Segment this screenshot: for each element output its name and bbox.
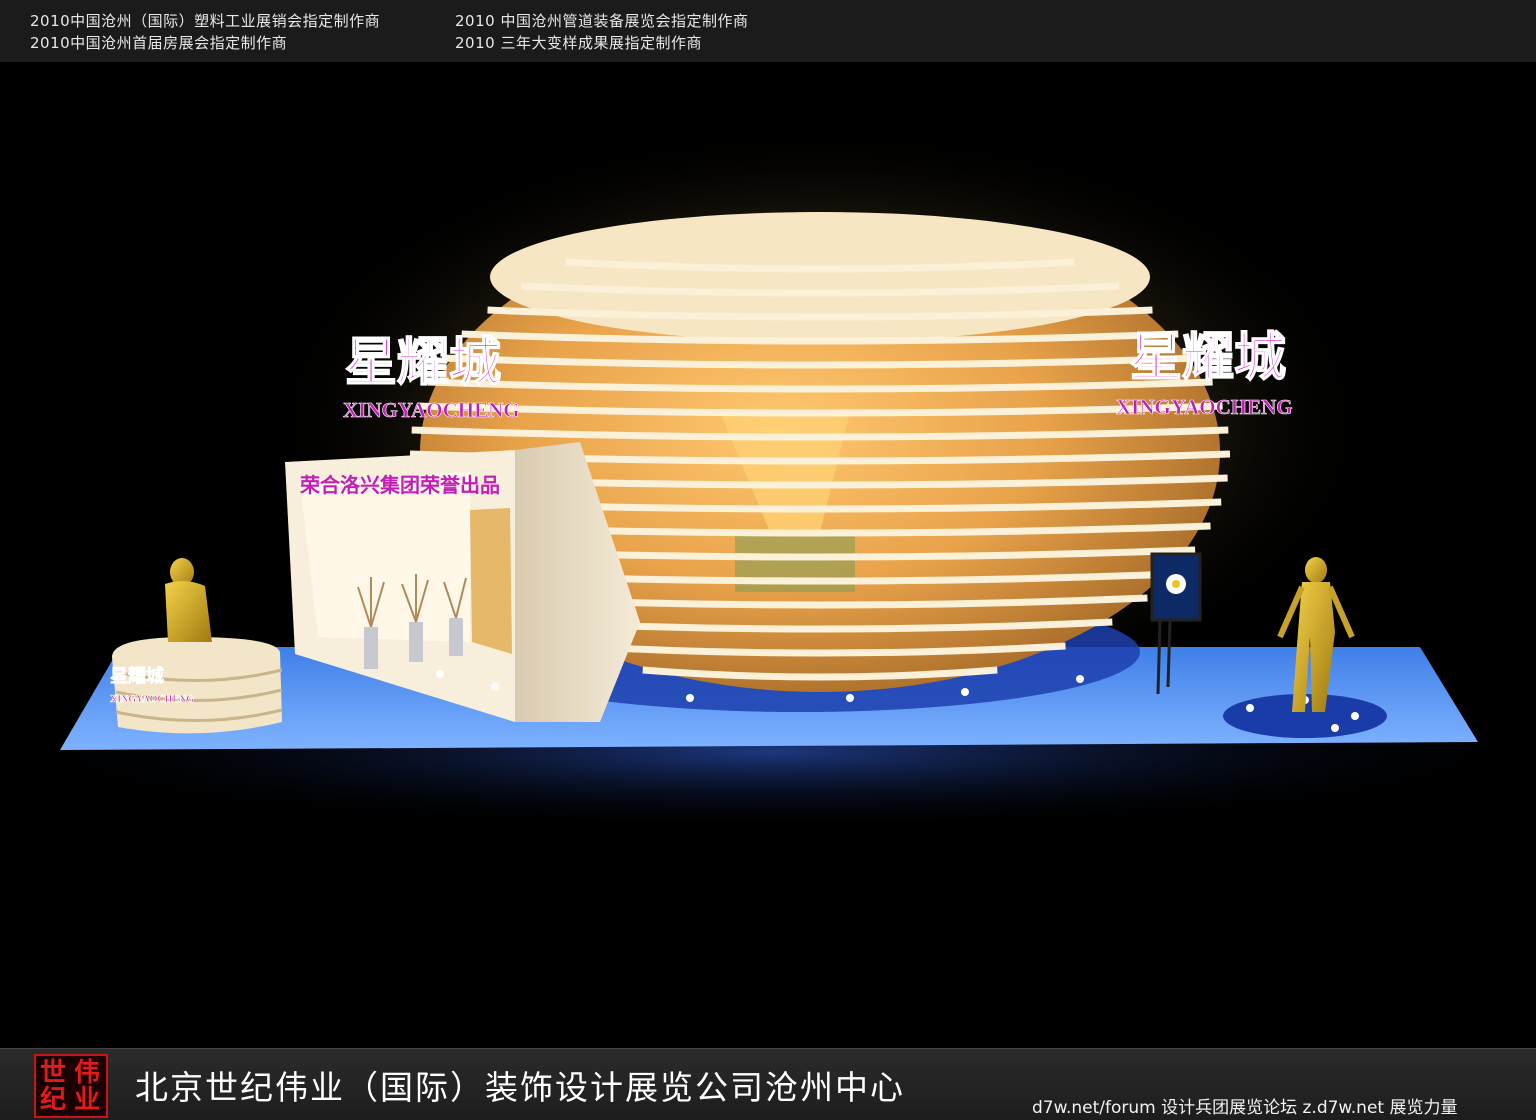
site-credit: d7w.net/forum 设计兵团展览论坛 z.d7w.net 展览力量	[1032, 1098, 1458, 1118]
booth-illustration: 荣合洛兴集团荣誉出品 星耀城 XINGYAOCHENG 星耀城 XINGYAOC…	[0, 122, 1536, 832]
brand-sign-right-cn: 星耀城	[1130, 327, 1286, 388]
gold-statue-left	[165, 558, 212, 642]
entrance-slogan: 荣合洛兴集团荣誉出品	[299, 473, 500, 497]
top-banner: 2010中国沧州（国际）塑料工业展销会指定制作商 2010 中国沧州管道装备展览…	[0, 0, 1536, 63]
banner-line-2-left: 2010中国沧州首届房展会指定制作商	[30, 34, 288, 52]
logo-char-2: 伟	[74, 1058, 101, 1088]
company-logo: 世 伟 纪 业	[34, 1054, 108, 1118]
reception-sign-cn: 星耀城	[110, 665, 164, 687]
banner-line-1-left: 2010中国沧州（国际）塑料工业展销会指定制作商	[30, 12, 381, 30]
brand-sign-right: 星耀城 XINGYAOCHENG	[1116, 326, 1293, 419]
brand-sign-left-en: XINGYAOCHENG	[343, 398, 520, 422]
logo-char-4: 业	[74, 1085, 101, 1115]
company-name: 北京世纪伟业（国际）装饰设计展览公司沧州中心	[135, 1068, 905, 1107]
brand-sign-right-en: XINGYAOCHENG	[1116, 395, 1293, 419]
logo-char-1: 世	[40, 1058, 67, 1088]
brand-sign-left-cn: 星耀城	[345, 332, 501, 393]
footer-bar: 世 伟 纪 业 北京世纪伟业（国际）装饰设计展览公司沧州中心 d7w.net/f…	[0, 1048, 1536, 1120]
brand-sign-left: 星耀城 XINGYAOCHENG	[343, 331, 520, 422]
reception-sign-en: XINGYAOCHENG	[110, 694, 194, 705]
logo-char-3: 纪	[40, 1085, 67, 1115]
booth-render: 荣合洛兴集团荣誉出品 星耀城 XINGYAOCHENG 星耀城 XINGYAOC…	[0, 62, 1536, 1048]
banner-line-1-right: 2010 中国沧州管道装备展览会指定制作商	[455, 12, 749, 30]
banner-line-2-right: 2010 三年大变样成果展指定制作商	[455, 34, 702, 52]
